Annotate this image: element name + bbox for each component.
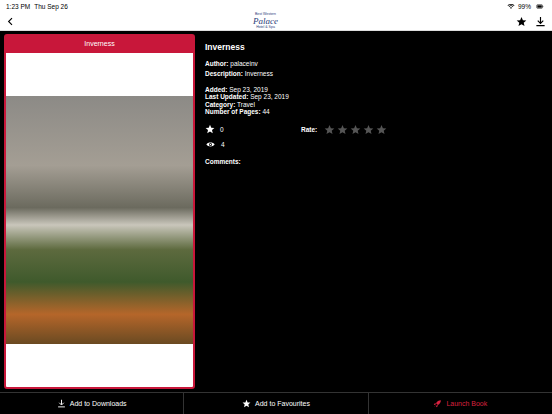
star-icon[interactable] — [337, 124, 348, 135]
meta-label: Last Updated: — [205, 93, 248, 100]
spacer — [205, 80, 544, 86]
date: Thu Sep 26 — [34, 3, 68, 10]
star-icon[interactable] — [516, 16, 527, 27]
status-left: 1:23 PM Thu Sep 26 — [6, 3, 68, 10]
rate-label: Rate: — [301, 126, 317, 133]
battery-icon — [534, 3, 546, 10]
stats-row: 4 — [205, 140, 544, 149]
favourite-button[interactable]: Add to Favourites — [184, 393, 368, 414]
meta-row: Category: Travel — [205, 101, 544, 108]
rating: Rate: — [301, 124, 387, 135]
info-label: Description: — [205, 70, 243, 77]
card-title: Inverness — [84, 40, 114, 47]
meta-label: Added: — [205, 86, 227, 93]
stats-row: 0 Rate: — [205, 124, 544, 135]
hotel-logo: Best WesternPalaceHotel & Spa — [253, 13, 278, 29]
nav-actions — [516, 16, 546, 27]
info-row: Author: palaceinv — [205, 60, 544, 67]
book-details: Inverness Inverness Author: palaceinv Descr… — [0, 31, 552, 392]
info-value: Inverness — [245, 70, 273, 77]
favourites-value: 0 — [220, 126, 224, 133]
info-value: palaceinv — [230, 60, 257, 67]
star-icon[interactable] — [363, 124, 374, 135]
battery-level: 99% — [518, 3, 531, 10]
meta-label: Number of Pages: — [205, 108, 261, 115]
views-value: 4 — [221, 141, 225, 148]
time: 1:23 PM — [6, 3, 30, 10]
rating-stars[interactable] — [324, 124, 387, 135]
favourites-count: 0 — [205, 124, 301, 134]
comments-label: Comments: — [205, 158, 544, 165]
wifi-icon — [507, 3, 515, 10]
button-label[interactable]: Launch Book — [446, 400, 487, 407]
meta-value: 44 — [262, 108, 269, 115]
launch-button[interactable]: Launch Book — [369, 393, 552, 414]
star-icon — [205, 124, 215, 134]
download-icon — [57, 399, 66, 408]
star-icon — [242, 399, 251, 408]
bottom-toolbar: Add to Downloads Add to Favourites Launch … — [0, 392, 552, 414]
views-count: 4 — [205, 140, 301, 149]
star-icon[interactable] — [324, 124, 335, 135]
meta-value: Sep 23, 2019 — [250, 93, 289, 100]
card-body — [6, 53, 193, 387]
card-header: Inverness — [6, 36, 193, 53]
meta-value: Sep 23, 2019 — [229, 86, 268, 93]
status-bar: 1:23 PM Thu Sep 26 99% — [0, 0, 552, 12]
meta-value: Travel — [237, 101, 255, 108]
star-icon[interactable] — [350, 124, 361, 135]
star-icon[interactable] — [376, 124, 387, 135]
info-row: Description: Inverness — [205, 70, 544, 77]
meta-row: Added: Sep 23, 2019 — [205, 86, 544, 93]
back-icon[interactable] — [6, 16, 15, 27]
rocket-icon — [433, 399, 442, 408]
meta-row: Number of Pages: 44 — [205, 108, 544, 115]
download-button[interactable]: Add to Downloads — [0, 393, 184, 414]
meta-block: Added: Sep 23, 2019Last Updated: Sep 23,… — [205, 86, 544, 116]
book-title: Inverness — [205, 42, 544, 52]
book-card[interactable]: Inverness — [4, 34, 195, 389]
meta-row: Last Updated: Sep 23, 2019 — [205, 93, 544, 100]
meta-label: Category: — [205, 101, 235, 108]
button-label[interactable]: Add to Favourites — [255, 400, 310, 407]
logo-line: Palace — [253, 17, 278, 26]
status-right: 99% — [507, 3, 546, 10]
book-info: Inverness Author: palaceinv Description: I… — [205, 34, 544, 389]
logo-line: Hotel & Spa — [256, 26, 275, 30]
download-icon[interactable] — [535, 16, 546, 27]
info-label: Author: — [205, 60, 228, 67]
nav-bar: Best WesternPalaceHotel & Spa — [0, 12, 552, 31]
book-cover[interactable] — [6, 96, 193, 344]
button-label[interactable]: Add to Downloads — [70, 400, 127, 407]
eye-icon — [205, 140, 216, 149]
